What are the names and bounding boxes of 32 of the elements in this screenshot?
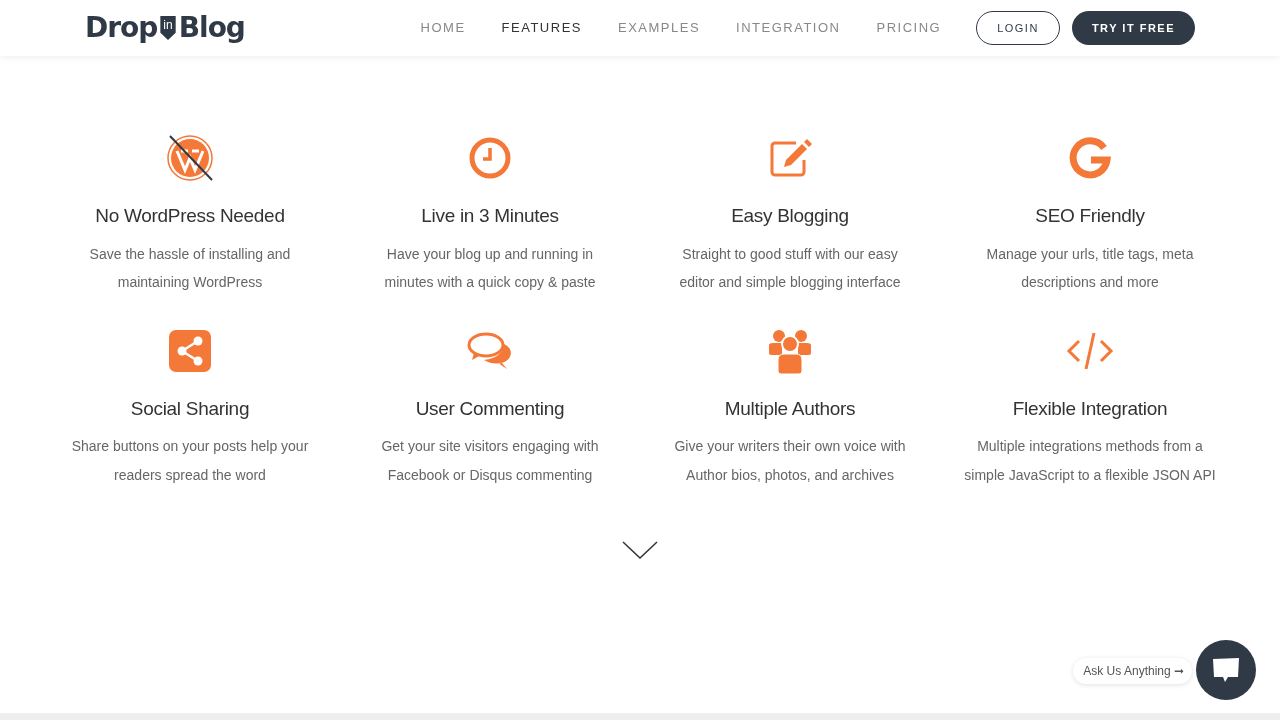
- feature-title: User Commenting: [414, 396, 566, 421]
- feature-description: Save the hassle of installing and maintaining WordPress: [88, 244, 292, 292]
- feature-title: Flexible Integration: [1011, 396, 1169, 421]
- chevron-down-icon[interactable]: [622, 541, 658, 559]
- feature-description: Have your blog up and running in minutes with a quick copy & paste: [383, 244, 597, 292]
- logo-badge: in: [160, 16, 176, 40]
- feature-title: Easy Blogging: [730, 204, 850, 228]
- nav-link[interactable]: INTEGRATION: [736, 18, 841, 38]
- feature-title: Social Sharing: [129, 396, 251, 421]
- logo-text: Drop: [85, 14, 158, 42]
- logo-text: Blog: [178, 14, 245, 42]
- feature-title: SEO Friendly: [1034, 204, 1146, 228]
- feature-description: Straight to good stuff with our easy editor and simple blogging interface: [678, 244, 902, 292]
- feature-description: Give your writers their own voice with Author bios, photos, and archives: [673, 437, 907, 485]
- feature-description: Manage your urls, title tags, meta descriptions and more: [985, 244, 1195, 292]
- nav-link[interactable]: FEATURES: [501, 18, 582, 38]
- try-free-button[interactable]: TRY IT FREE: [1071, 10, 1195, 46]
- chat-icon: [1211, 656, 1241, 684]
- feature-description: Multiple integrations methods from a simple JavaScript to a flexible JSON API: [963, 437, 1217, 485]
- feature-description: Share buttons on your posts help your readers spread the word: [70, 437, 310, 485]
- logo[interactable]: Drop in Blog: [85, 14, 245, 42]
- nav-link[interactable]: HOME: [420, 18, 466, 38]
- feature-title: Multiple Authors: [723, 396, 857, 421]
- nav-link[interactable]: EXAMPLES: [618, 18, 701, 38]
- feature-title: No WordPress Needed: [94, 204, 286, 228]
- nav-link[interactable]: PRICING: [876, 18, 942, 38]
- login-button[interactable]: LOGIN: [976, 10, 1060, 46]
- wordpress-icon: [166, 134, 214, 182]
- chat-prompt[interactable]: Ask Us Anything ➞: [1073, 658, 1192, 684]
- feature-description: Get your site visitors engaging with Facebook or Disqus commenting: [380, 437, 600, 485]
- feature-title: Live in 3 Minutes: [420, 204, 560, 228]
- chat-button[interactable]: [1196, 640, 1256, 700]
